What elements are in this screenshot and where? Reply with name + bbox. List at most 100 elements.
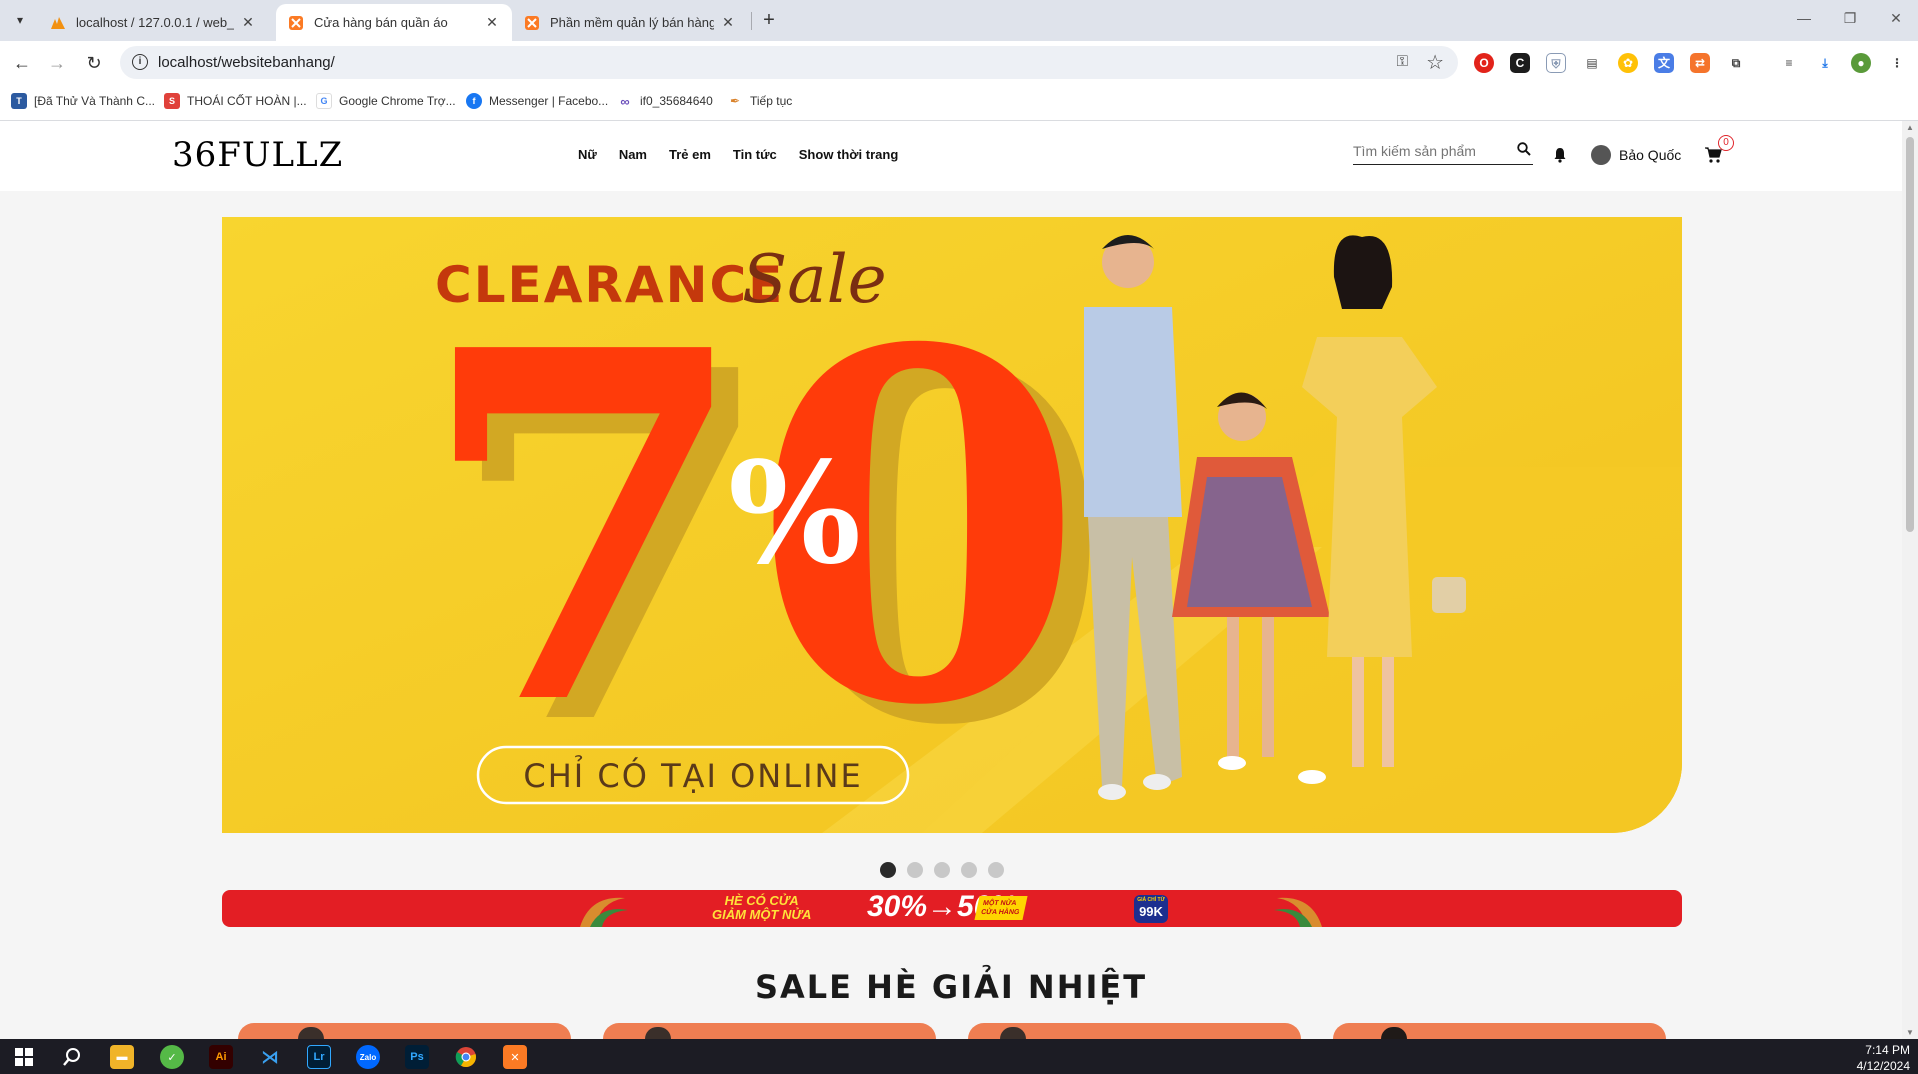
carousel-dot-4[interactable]: [961, 862, 977, 878]
zalo-icon[interactable]: Zalo: [356, 1045, 380, 1069]
profile-avatar-icon[interactable]: ●: [1851, 53, 1871, 73]
bookmark-label: if0_35684640: [640, 94, 713, 108]
search-input[interactable]: [1353, 143, 1503, 159]
scroll-up-icon[interactable]: ▲: [1906, 123, 1914, 132]
back-icon[interactable]: ←: [8, 49, 36, 77]
chrome-icon[interactable]: [454, 1045, 478, 1069]
translate-extension-icon[interactable]: 文: [1654, 53, 1674, 73]
xampp-icon: [524, 15, 540, 31]
product-card[interactable]: [238, 1023, 571, 1039]
bookmark-item[interactable]: T [Đã Thử Và Thành C...: [11, 93, 155, 109]
lightroom-icon[interactable]: Lr: [307, 1045, 331, 1069]
cart-icon[interactable]: [1704, 146, 1722, 164]
vpn-icon[interactable]: ✓: [160, 1045, 184, 1069]
new-tab-button[interactable]: +: [758, 9, 780, 31]
infinity-icon: ∞: [617, 93, 633, 109]
product-image: [298, 1027, 324, 1039]
photoshop-icon[interactable]: Ps: [405, 1045, 429, 1069]
product-image: [645, 1027, 671, 1039]
bell-icon[interactable]: [1553, 147, 1567, 163]
cart-count-badge: 0: [1718, 135, 1734, 151]
xampp-icon[interactable]: ✕: [503, 1045, 527, 1069]
site-info-icon[interactable]: i: [132, 54, 148, 70]
file-explorer-icon[interactable]: ▬: [110, 1045, 134, 1069]
tab-title: Cửa hàng bán quần áo: [314, 15, 448, 30]
forward-icon[interactable]: →: [43, 49, 71, 77]
restore-icon[interactable]: ❐: [1827, 10, 1873, 27]
menu-item-nu[interactable]: Nữ: [578, 147, 597, 162]
minimize-icon[interactable]: —: [1781, 10, 1827, 26]
bookmarks-bar: T [Đã Thử Và Thành C... S THOÁI CỐT HOÀN…: [0, 84, 1918, 121]
close-tab-icon[interactable]: ✕: [240, 14, 256, 31]
shield-extension-icon[interactable]: ⛨: [1546, 53, 1566, 73]
close-window-icon[interactable]: ✕: [1873, 10, 1918, 27]
bookmark-item[interactable]: ∞ if0_35684640: [617, 93, 713, 109]
bookmark-label: THOÁI CỐT HOÀN |...: [187, 94, 307, 108]
product-image: [1000, 1027, 1026, 1039]
bookmark-label: Messenger | Facebo...: [489, 94, 609, 108]
promo-tag-line1: MỘT NỬA: [982, 900, 1018, 907]
carousel-dot-1[interactable]: [880, 862, 896, 878]
user-menu[interactable]: Bảo Quốc: [1591, 145, 1681, 165]
opera-extension-icon[interactable]: O: [1474, 53, 1494, 73]
carousel-dot-2[interactable]: [907, 862, 923, 878]
search-icon[interactable]: [1517, 142, 1531, 156]
address-bar[interactable]: i localhost/websitebanhang/ ⚿ ☆: [120, 46, 1458, 79]
bookmark-label: Tiếp tục: [750, 94, 793, 108]
scroll-down-icon[interactable]: ▼: [1906, 1028, 1914, 1037]
hero-banner[interactable]: CLEARANCE Sale 70 70 % CHỈ CÓ TẠI ONLINE: [222, 217, 1682, 833]
url-text[interactable]: localhost/websitebanhang/: [158, 54, 335, 71]
bookmark-item[interactable]: G Google Chrome Trợ...: [316, 93, 456, 109]
hero-cta-text: CHỈ CÓ TẠI ONLINE: [523, 754, 862, 795]
carousel-dot-5[interactable]: [988, 862, 1004, 878]
reading-list-icon[interactable]: ≡: [1779, 53, 1799, 73]
close-tab-icon[interactable]: ✕: [484, 14, 500, 31]
extension-icon[interactable]: ⇄: [1690, 53, 1710, 73]
menu-item-tre-em[interactable]: Trẻ em: [669, 147, 711, 162]
password-key-icon[interactable]: ⚿: [1397, 53, 1408, 70]
menu-item-show-thoi-trang[interactable]: Show thời trang: [799, 147, 899, 162]
palm-leaf-icon: [580, 897, 628, 927]
product-card[interactable]: [1333, 1023, 1666, 1039]
clock-date: 4/12/2024: [1856, 1059, 1910, 1073]
search-icon[interactable]: [60, 1045, 84, 1069]
tab-phpmyadmin[interactable]: localhost / 127.0.0.1 / web_ban ✕: [38, 4, 268, 41]
facebook-icon: f: [466, 93, 482, 109]
menu-kebab-icon[interactable]: ⋮: [1887, 53, 1907, 73]
product-card[interactable]: [603, 1023, 936, 1039]
tab-separator: [751, 12, 752, 30]
page-scrollbar[interactable]: ▲ ▼: [1902, 121, 1918, 1039]
download-icon[interactable]: ⤓: [1815, 53, 1835, 73]
promo-price-caption: GIÁ CHỈ TỪ: [1137, 897, 1165, 903]
bookmark-item[interactable]: S THOÁI CỐT HOÀN |...: [164, 93, 307, 109]
product-card[interactable]: [968, 1023, 1301, 1039]
shop-bag-icon: S: [164, 93, 180, 109]
promo-line2: GIẢM MỘT NỬA: [712, 907, 812, 922]
vscode-icon[interactable]: ⋊: [258, 1045, 282, 1069]
menu-item-nam[interactable]: Nam: [619, 147, 647, 162]
windows-taskbar: ▬ ✓ Ai ⋊ Lr Zalo Ps ✕ 7:14 PM 4/12/2024: [0, 1039, 1918, 1074]
menu-item-tin-tuc[interactable]: Tin tức: [733, 147, 777, 162]
system-clock[interactable]: 7:14 PM 4/12/2024: [1857, 1042, 1910, 1074]
tab-admin[interactable]: Phần mềm quản lý bán hàng ✕: [512, 4, 748, 41]
bookmark-item[interactable]: f Messenger | Facebo...: [466, 93, 608, 109]
site-logo[interactable]: 36FULLZ: [172, 135, 343, 175]
promo-tag-line2: CỬA HÀNG: [980, 909, 1021, 916]
scrollbar-thumb[interactable]: [1906, 137, 1914, 532]
bookmark-item[interactable]: ✒ Tiếp tục: [727, 93, 792, 109]
close-tab-icon[interactable]: ✕: [720, 14, 736, 31]
browser-toolbar: ← → ↻ i localhost/websitebanhang/ ⚿ ☆ O …: [0, 41, 1918, 84]
extensions-puzzle-icon[interactable]: ⧉: [1726, 53, 1746, 73]
reload-icon[interactable]: ↻: [80, 49, 108, 77]
user-name: Bảo Quốc: [1619, 147, 1682, 163]
tab-search-chevron-icon[interactable]: ▾: [8, 8, 32, 32]
tab-shop[interactable]: Cửa hàng bán quần áo ✕: [276, 4, 512, 41]
bookmark-star-icon[interactable]: ☆: [1426, 50, 1444, 75]
carousel-dot-3[interactable]: [934, 862, 950, 878]
extension-icon[interactable]: ▤: [1582, 53, 1602, 73]
extension-icon[interactable]: ✿: [1618, 53, 1638, 73]
promo-strip-banner[interactable]: HÈ CÓ CỬA GIẢM MỘT NỬA 30%→50% MỘT NỬA C…: [222, 890, 1682, 927]
extension-icon[interactable]: C: [1510, 53, 1530, 73]
windows-start-icon[interactable]: [12, 1045, 36, 1069]
illustrator-icon[interactable]: Ai: [209, 1045, 233, 1069]
